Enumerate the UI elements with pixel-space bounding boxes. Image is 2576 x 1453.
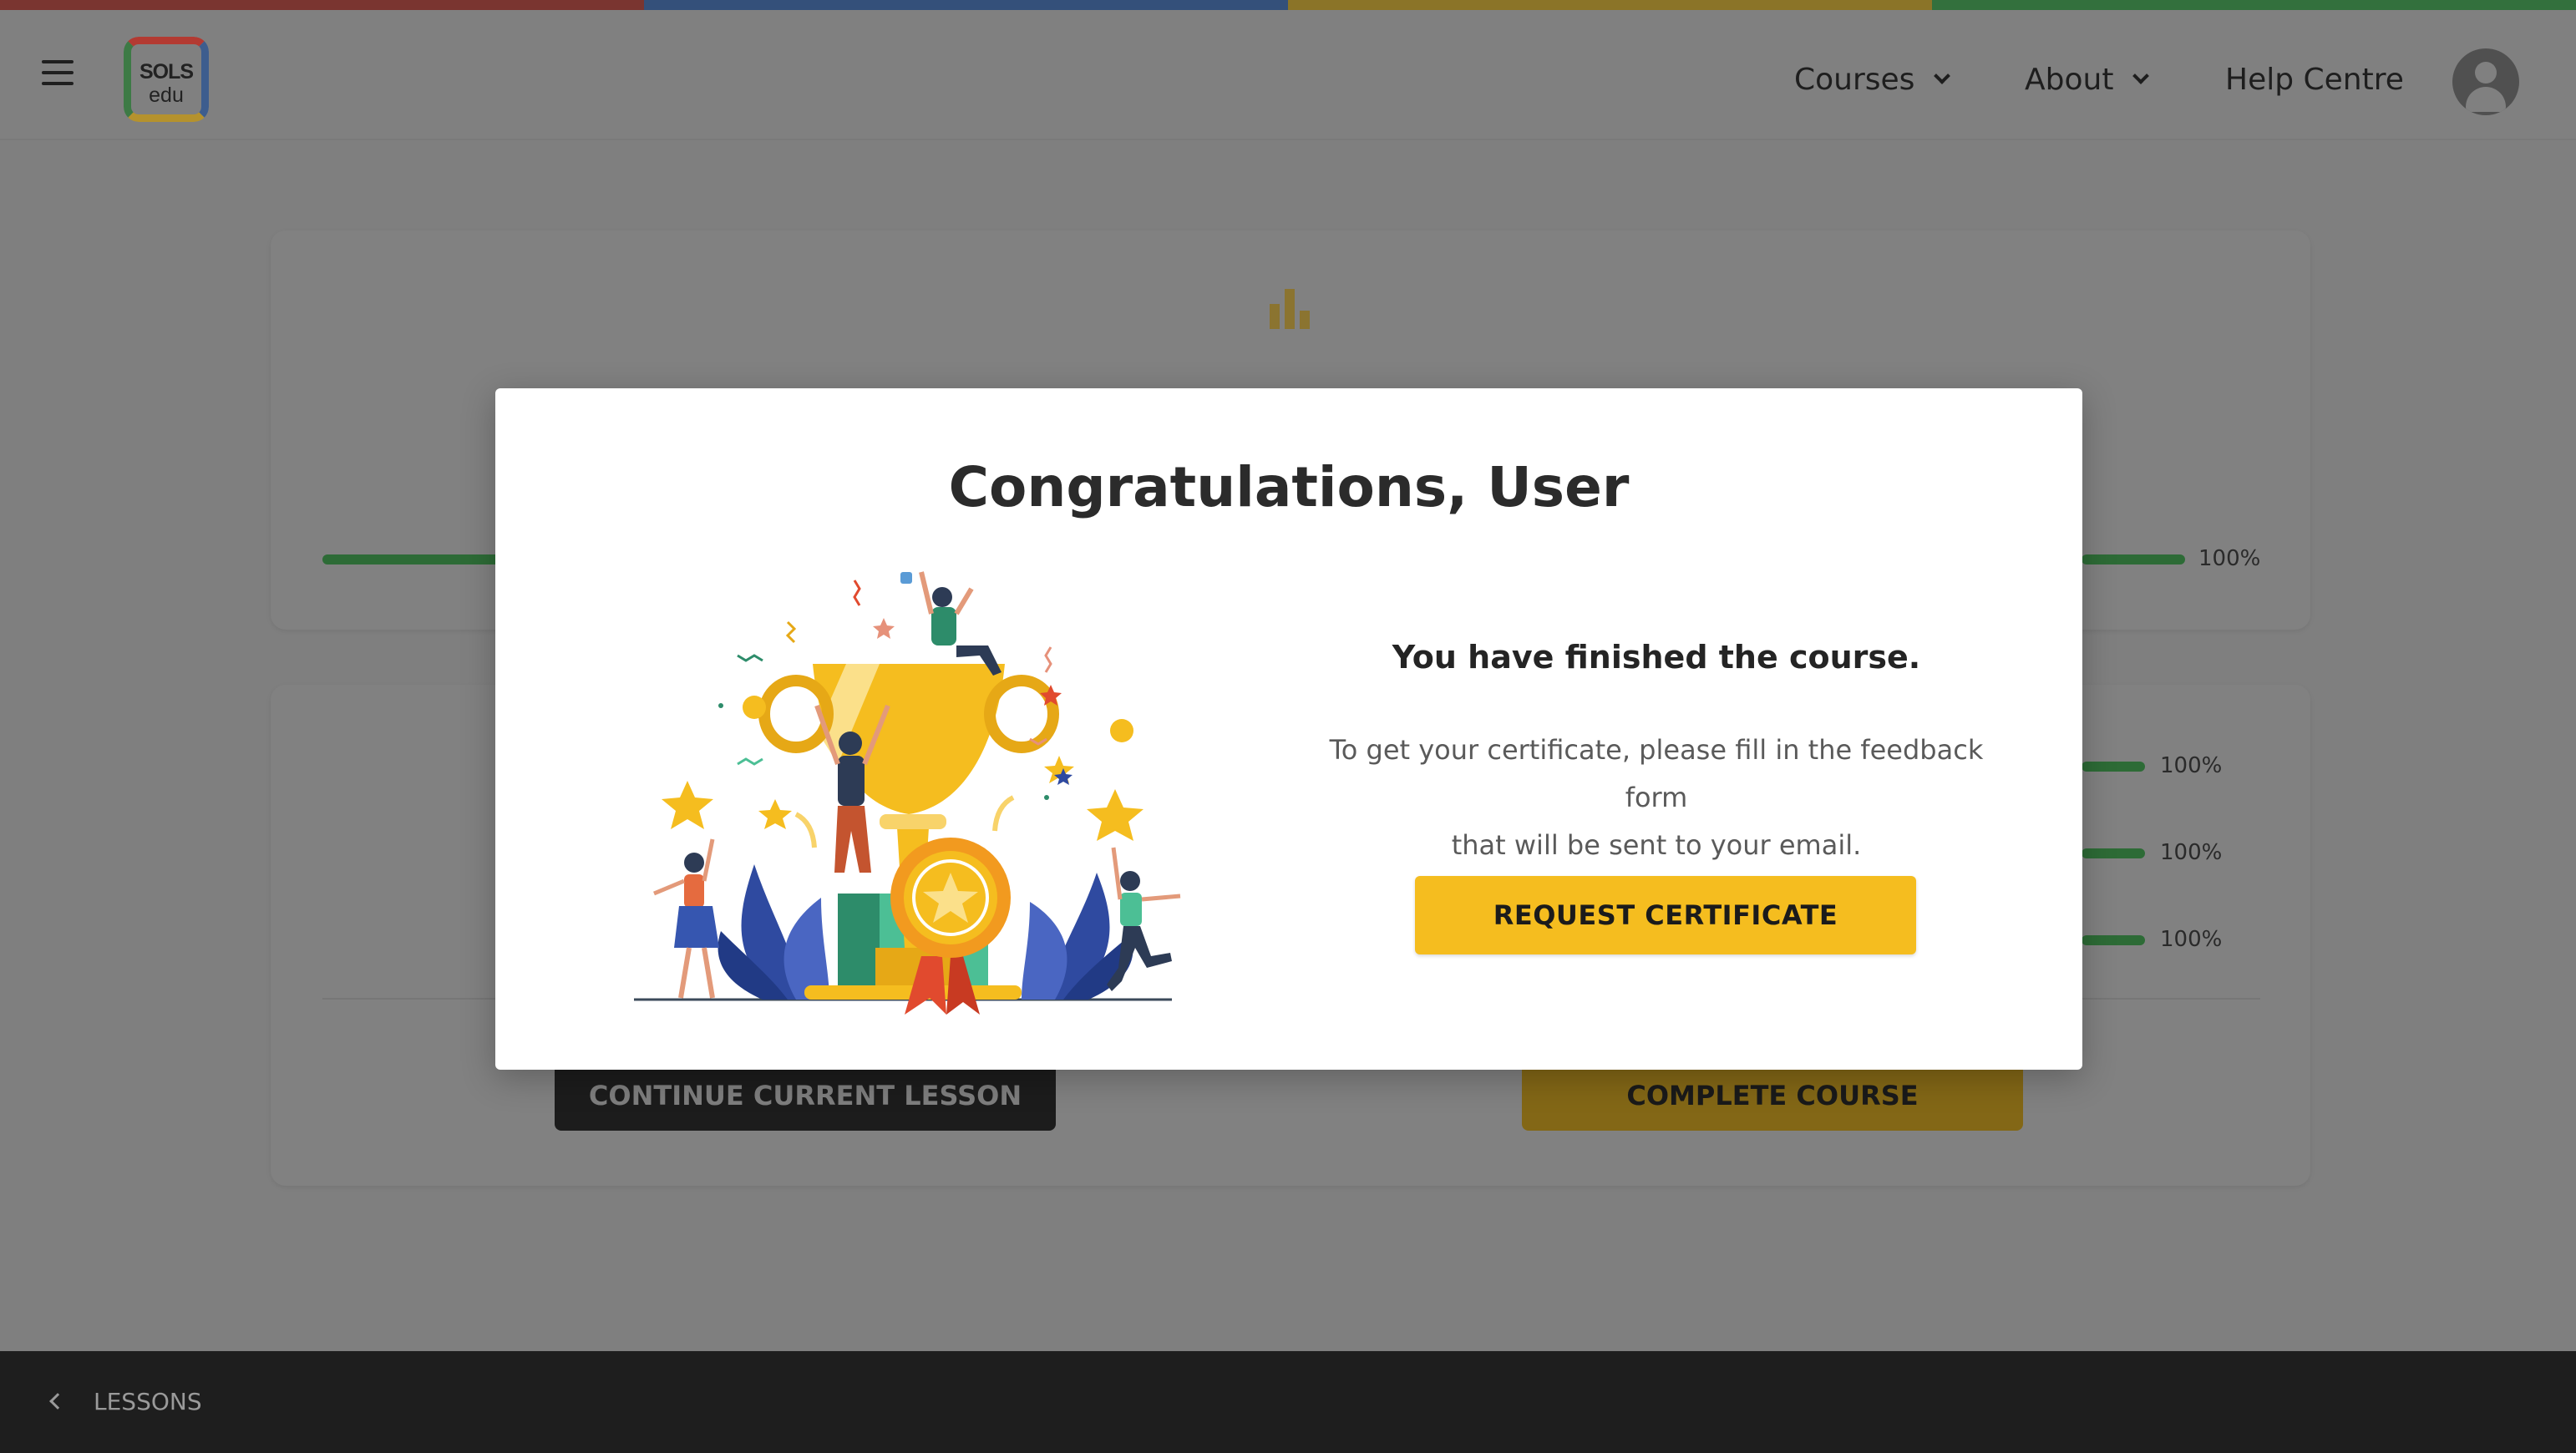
- complete-course-button[interactable]: COMPLETE COURSE: [1522, 1061, 2023, 1131]
- lesson-progress-value: 100%: [2160, 753, 2223, 778]
- nav-help-centre[interactable]: Help Centre: [2225, 58, 2404, 100]
- chevron-down-icon: [2132, 68, 2150, 84]
- menu-icon[interactable]: [42, 60, 74, 85]
- top-header: SOLS edu Courses About Help Centre: [0, 10, 2576, 140]
- logo[interactable]: SOLS edu: [124, 37, 209, 122]
- nav-help-label: Help Centre: [2225, 62, 2404, 97]
- instructions-line-1: To get your certificate, please fill in …: [1329, 734, 1984, 813]
- user-avatar-icon[interactable]: [2452, 48, 2519, 115]
- nav-about[interactable]: About: [2025, 58, 2150, 100]
- overall-progress-bar-right: [2082, 554, 2185, 564]
- lesson-progress-bar: [2082, 762, 2145, 772]
- back-to-lessons[interactable]: LESSONS: [49, 1385, 202, 1418]
- chevron-left-icon: [49, 1393, 66, 1410]
- logo-text-top: SOLS: [139, 60, 194, 84]
- overall-progress-bar-left: [322, 554, 506, 564]
- lesson-progress-bar: [2082, 848, 2145, 858]
- nav-courses-label: Courses: [1794, 62, 1915, 97]
- request-certificate-button[interactable]: REQUEST CERTIFICATE: [1415, 876, 1916, 954]
- color-strip: [0, 0, 2576, 10]
- back-label: LESSONS: [94, 1387, 202, 1415]
- completion-heading: You have finished the course.: [1392, 639, 1921, 676]
- page: SOLS edu Courses About Help Centre 100% …: [0, 0, 2576, 1453]
- chevron-down-icon: [1934, 68, 1951, 84]
- overall-progress-value: 100%: [2198, 546, 2261, 571]
- nav-about-label: About: [2025, 62, 2114, 97]
- certificate-instructions: To get your certificate, please fill in …: [1306, 726, 2007, 869]
- lesson-progress-value: 100%: [2160, 840, 2223, 865]
- nav-courses[interactable]: Courses: [1794, 58, 1951, 100]
- bottom-bar: LESSONS: [0, 1351, 2576, 1453]
- instructions-line-2: that will be sent to your email.: [1451, 829, 1862, 861]
- bar-chart-icon: [1270, 289, 1310, 329]
- lesson-progress-value: 100%: [2160, 927, 2223, 952]
- modal-title: Congratulations, User: [948, 455, 1630, 519]
- lesson-progress-bar: [2082, 935, 2145, 945]
- logo-text-bottom: edu: [149, 84, 184, 107]
- congratulations-modal: Congratulations, User You have finished …: [495, 388, 2082, 1070]
- continue-lesson-button[interactable]: CONTINUE CURRENT LESSON: [555, 1061, 1056, 1131]
- trophy-illustration: [634, 571, 1181, 1015]
